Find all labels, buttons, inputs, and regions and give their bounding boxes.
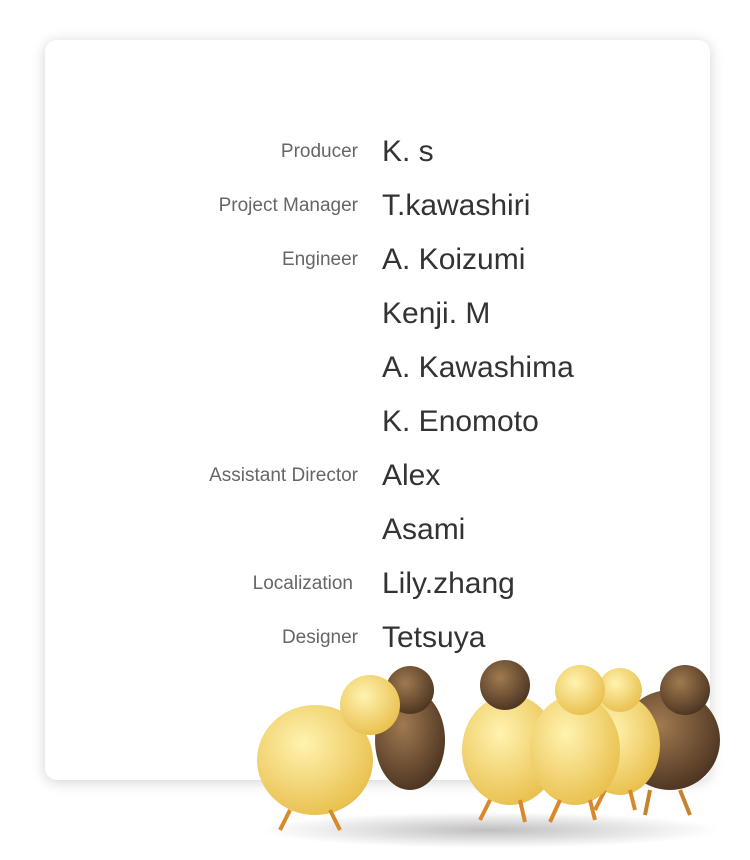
credit-role: Localization xyxy=(252,573,353,594)
credit-row: Asami xyxy=(45,503,710,557)
credit-row: Engineer A. Koizumi xyxy=(45,233,710,287)
credit-name: A. Kawashima xyxy=(382,351,574,384)
credit-name: Kenji. M xyxy=(382,297,491,330)
credit-name: K. s xyxy=(382,135,434,168)
credit-name: Lily.zhang xyxy=(382,567,515,600)
credit-role: Producer xyxy=(280,141,358,162)
credit-role: Assistant Director xyxy=(209,465,358,486)
credit-name: Asami xyxy=(382,513,466,546)
credit-name: Alex xyxy=(382,459,441,492)
credit-role: Designer xyxy=(281,627,358,648)
credit-row: Localization Lily.zhang xyxy=(45,557,710,611)
credit-row: K. Enomoto xyxy=(45,395,710,449)
credit-role: Project Manager xyxy=(218,195,358,216)
credit-name: T.kawashiri xyxy=(382,189,531,222)
credit-name: A. Koizumi xyxy=(382,243,526,276)
credit-row: Project Manager T.kawashiri xyxy=(45,179,710,233)
credit-row: Producer K. s xyxy=(45,125,710,179)
credit-row: A. Kawashima xyxy=(45,341,710,395)
credit-row: Assistant Director Alex xyxy=(45,449,710,503)
chicks-illustration xyxy=(257,660,720,848)
credit-name: K. Enomoto xyxy=(382,405,539,438)
credit-row: Kenji. M xyxy=(45,287,710,341)
credit-role: Engineer xyxy=(281,249,358,270)
